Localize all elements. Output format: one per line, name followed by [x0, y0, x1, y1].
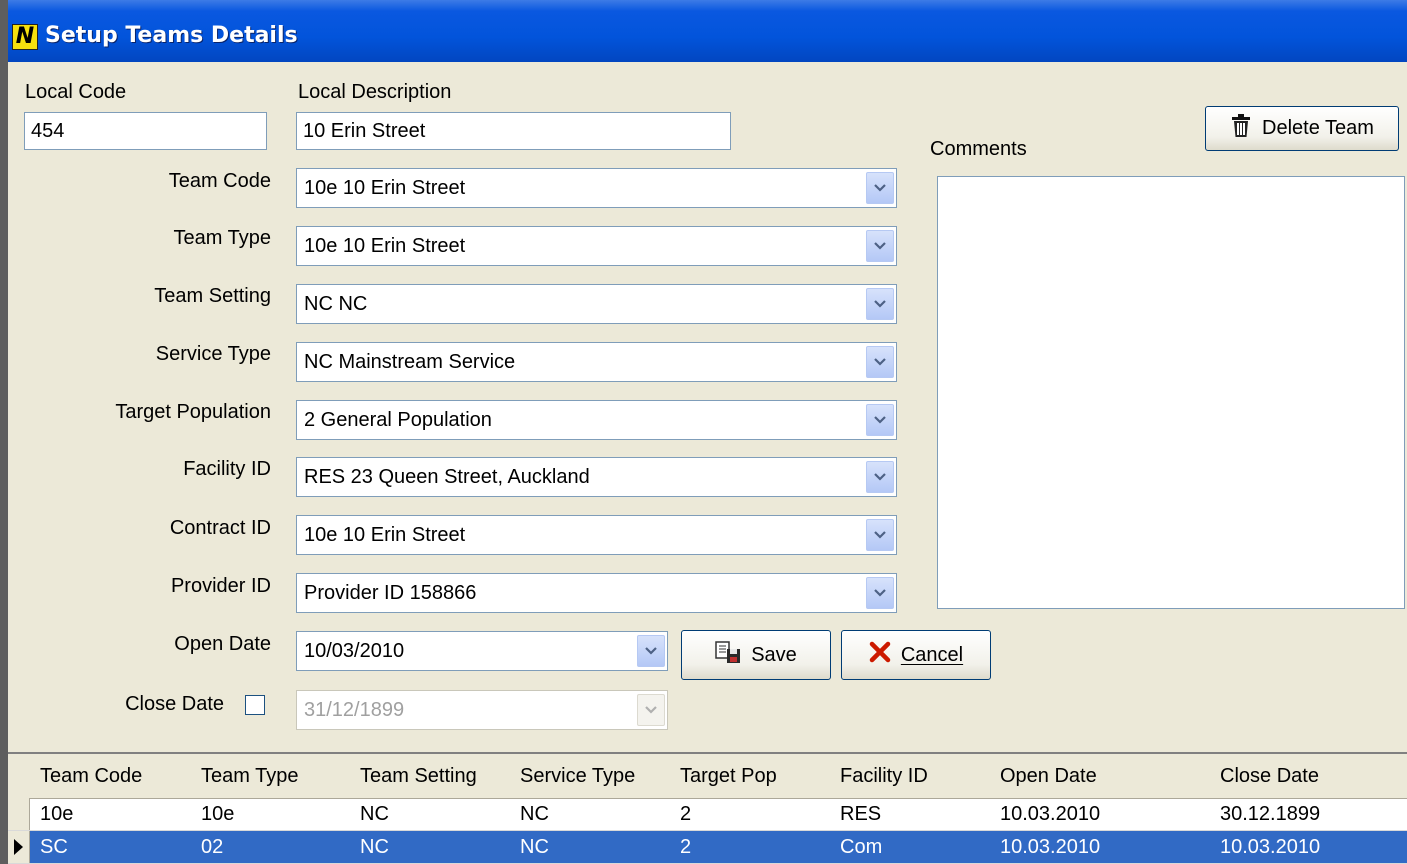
- cell-team-code: 10e: [40, 803, 74, 825]
- row-indicator: [8, 831, 30, 863]
- team-code-label: Team Code: [168, 170, 271, 192]
- cell-close-date: 30.12.1899: [1220, 803, 1321, 825]
- column-header-target-pop[interactable]: Target Pop: [680, 754, 777, 798]
- table-row[interactable]: 10e 10e NC NC 2 RES 10.03.2010 30.12.189…: [8, 798, 1407, 831]
- cell-team-type: 02: [201, 836, 224, 858]
- local-description-label: Local Description: [298, 81, 452, 103]
- trash-icon: [1230, 113, 1252, 144]
- teams-grid[interactable]: Team Code Team Type Team Setting Service…: [8, 752, 1407, 864]
- window-title: Setup Teams Details: [45, 23, 298, 48]
- close-date-picker: 31/12/1899: [296, 690, 668, 730]
- chevron-down-icon[interactable]: [866, 404, 894, 436]
- row-indicator: [8, 798, 30, 830]
- service-type-value: NC Mainstream Service: [304, 351, 516, 373]
- save-label: Save: [751, 643, 797, 666]
- column-header-facility-id[interactable]: Facility ID: [840, 754, 928, 798]
- cell-target-pop: 2: [680, 836, 692, 858]
- chevron-down-icon[interactable]: [866, 461, 894, 493]
- contract-id-select[interactable]: 10e 10 Erin Street: [296, 515, 897, 555]
- cell-team-setting: NC: [360, 836, 389, 858]
- local-description-field[interactable]: [296, 112, 731, 150]
- provider-id-value: Provider ID 158866: [304, 582, 477, 604]
- comments-label: Comments: [930, 138, 1027, 160]
- service-type-select[interactable]: NC Mainstream Service: [296, 342, 897, 382]
- chevron-down-icon[interactable]: [866, 346, 894, 378]
- cell-team-type: 10e: [201, 803, 235, 825]
- cell-facility-id: Com: [840, 836, 883, 858]
- chevron-down-icon: [637, 694, 665, 726]
- cell-service-type: NC: [520, 836, 549, 858]
- cell-team-setting: NC: [360, 803, 389, 825]
- open-date-value: 10/03/2010: [304, 640, 405, 662]
- target-population-value: 2 General Population: [304, 409, 492, 431]
- target-population-select[interactable]: 2 General Population: [296, 400, 897, 440]
- cell-facility-id: RES: [840, 803, 882, 825]
- column-header-team-setting[interactable]: Team Setting: [360, 754, 477, 798]
- team-type-value: 10e 10 Erin Street: [304, 235, 466, 257]
- team-setting-value: NC NC: [304, 293, 368, 315]
- row-pointer-icon: [14, 839, 23, 855]
- column-header-team-type[interactable]: Team Type: [201, 754, 298, 798]
- cell-team-code: SC: [40, 836, 68, 858]
- table-row[interactable]: SC 02 NC NC 2 Com 10.03.2010 10.03.2010: [8, 831, 1407, 864]
- save-icon: [715, 640, 741, 670]
- open-date-picker[interactable]: 10/03/2010: [296, 631, 668, 671]
- chevron-down-icon[interactable]: [637, 635, 665, 667]
- facility-id-value: RES 23 Queen Street, Auckland: [304, 466, 590, 488]
- service-type-label: Service Type: [155, 343, 271, 365]
- team-code-select[interactable]: 10e 10 Erin Street: [296, 168, 897, 208]
- delete-team-button[interactable]: Delete Team: [1205, 106, 1399, 151]
- provider-id-label: Provider ID: [170, 575, 271, 597]
- target-population-label: Target Population: [115, 401, 271, 423]
- delete-team-label: Delete Team: [1262, 117, 1374, 139]
- chevron-down-icon[interactable]: [866, 577, 894, 609]
- contract-id-label: Contract ID: [169, 517, 271, 539]
- setup-teams-window: N Setup Teams Details Local Code Local D…: [8, 0, 1407, 864]
- facility-id-select[interactable]: RES 23 Queen Street, Auckland: [296, 457, 897, 497]
- cancel-label: Cancel: [900, 643, 964, 666]
- open-date-label: Open Date: [174, 633, 271, 655]
- cell-target-pop: 2: [680, 803, 692, 825]
- facility-id-label: Facility ID: [183, 458, 271, 480]
- column-header-service-type[interactable]: Service Type: [520, 754, 635, 798]
- cancel-x-icon: [869, 641, 891, 669]
- chevron-down-icon[interactable]: [866, 230, 894, 262]
- close-date-value: 31/12/1899: [304, 699, 405, 721]
- team-type-label: Team Type: [173, 227, 271, 249]
- team-setting-label: Team Setting: [154, 285, 271, 307]
- provider-id-select[interactable]: Provider ID 158866: [296, 573, 897, 613]
- comments-memo[interactable]: [937, 176, 1405, 609]
- cell-open-date: 10.03.2010: [1000, 803, 1101, 825]
- team-setting-select[interactable]: NC NC: [296, 284, 897, 324]
- chevron-down-icon[interactable]: [866, 288, 894, 320]
- team-type-select[interactable]: 10e 10 Erin Street: [296, 226, 897, 266]
- column-header-close-date[interactable]: Close Date: [1220, 754, 1319, 798]
- grid-header: Team Code Team Type Team Setting Service…: [8, 754, 1407, 799]
- column-header-team-code[interactable]: Team Code: [40, 754, 142, 798]
- contract-id-value: 10e 10 Erin Street: [304, 524, 466, 546]
- cell-close-date: 10.03.2010: [1220, 836, 1321, 858]
- local-code-label: Local Code: [25, 81, 127, 103]
- chevron-down-icon[interactable]: [866, 519, 894, 551]
- n-logo-icon: N: [12, 24, 38, 50]
- cell-open-date: 10.03.2010: [1000, 836, 1101, 858]
- local-code-field[interactable]: [24, 112, 267, 150]
- close-date-checkbox[interactable]: [245, 695, 265, 715]
- column-header-open-date[interactable]: Open Date: [1000, 754, 1097, 798]
- title-bar[interactable]: N Setup Teams Details: [8, 0, 1407, 62]
- chevron-down-icon[interactable]: [866, 172, 894, 204]
- cell-service-type: NC: [520, 803, 549, 825]
- team-code-value: 10e 10 Erin Street: [304, 177, 466, 199]
- close-date-label: Close Date: [125, 693, 224, 715]
- cancel-button[interactable]: Cancel: [841, 630, 991, 680]
- save-button[interactable]: Save: [681, 630, 831, 680]
